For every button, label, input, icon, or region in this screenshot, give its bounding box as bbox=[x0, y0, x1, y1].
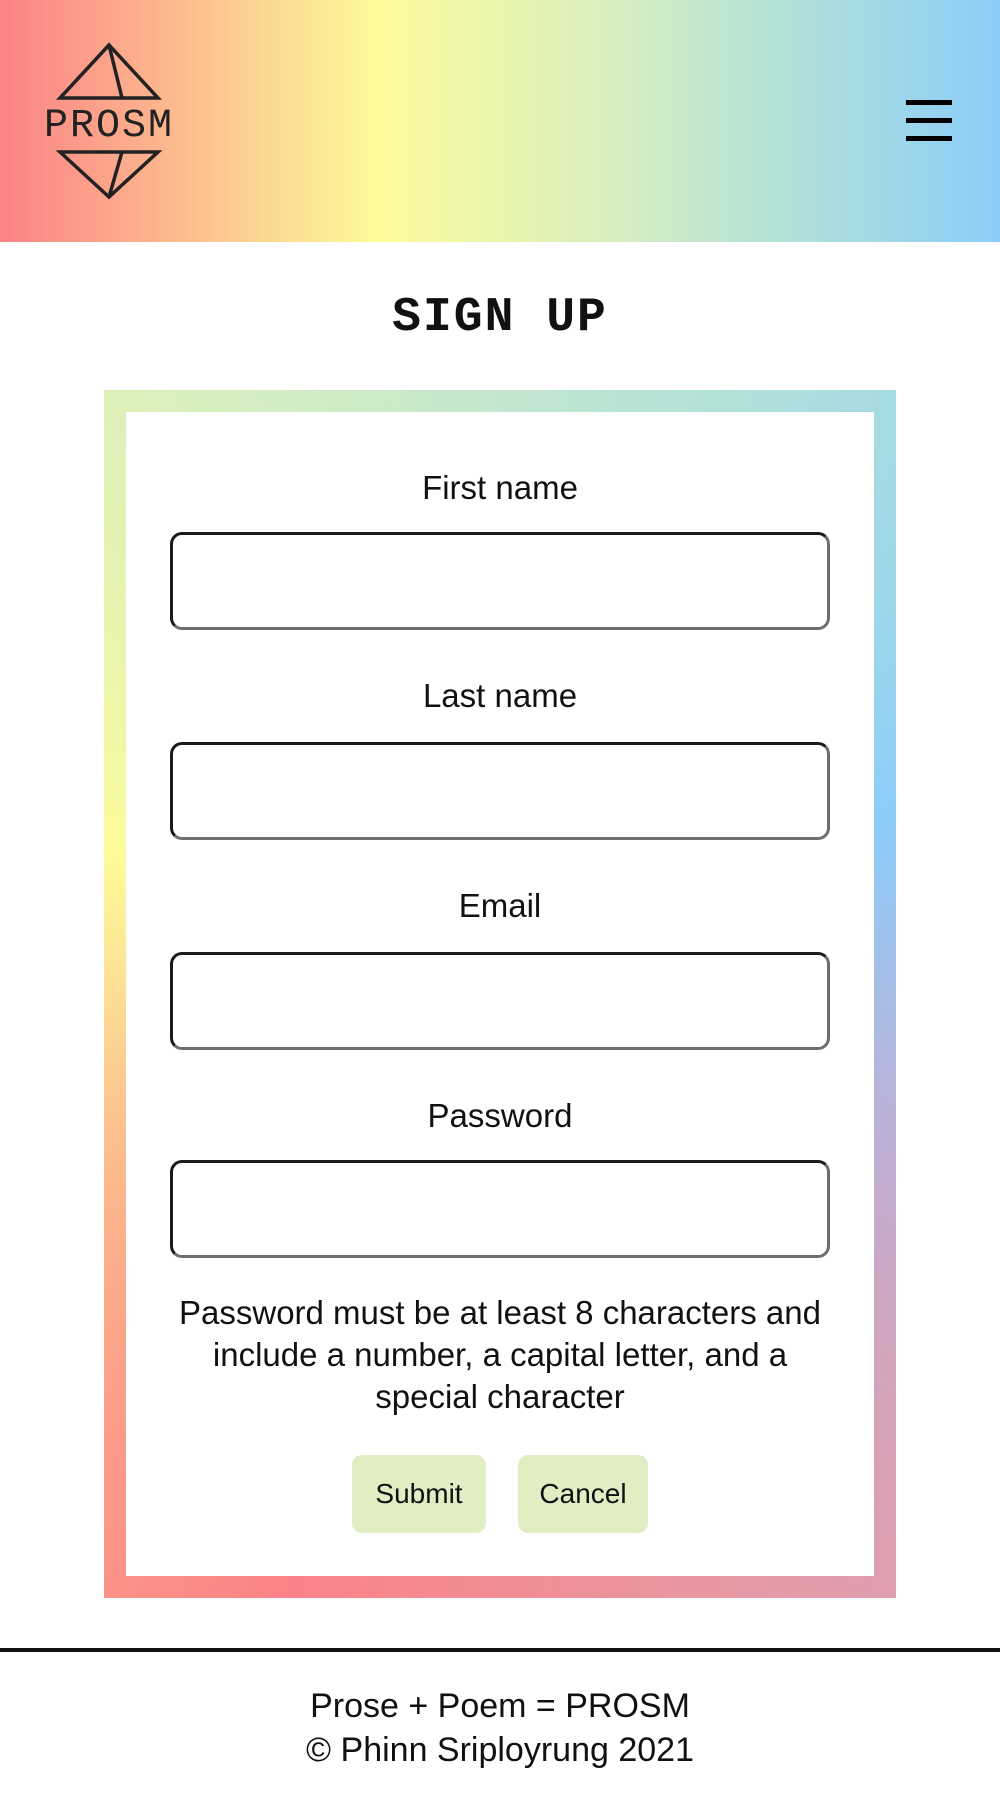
cancel-button[interactable]: Cancel bbox=[518, 1455, 648, 1533]
footer-copyright: © Phinn Sriployrung 2021 bbox=[306, 1731, 694, 1769]
first-name-input[interactable] bbox=[170, 532, 830, 630]
prism-logo-icon: PROSM bbox=[44, 42, 174, 200]
email-input[interactable] bbox=[170, 952, 830, 1050]
signup-form: First name Last name Email Password Pass… bbox=[126, 412, 874, 1576]
password-input[interactable] bbox=[170, 1160, 830, 1258]
first-name-label: First name bbox=[422, 469, 578, 506]
logo-text: PROSM bbox=[44, 104, 174, 149]
signup-form-frame: First name Last name Email Password Pass… bbox=[104, 390, 896, 1598]
page-title: SIGN UP bbox=[392, 291, 608, 345]
email-label: Email bbox=[458, 887, 542, 924]
password-label: Password bbox=[427, 1097, 573, 1134]
prosm-logo[interactable]: PROSM bbox=[26, 42, 192, 202]
last-name-label: Last name bbox=[422, 677, 578, 714]
submit-button[interactable]: Submit bbox=[352, 1455, 486, 1533]
hamburger-menu-icon[interactable] bbox=[904, 94, 954, 148]
password-requirements-hint: Password must be at least 8 characters a… bbox=[179, 1294, 821, 1415]
site-header: PROSM bbox=[0, 0, 1000, 242]
footer-tagline: Prose + Poem = PROSM bbox=[310, 1687, 690, 1725]
last-name-input[interactable] bbox=[170, 742, 830, 840]
footer-divider bbox=[0, 1648, 1000, 1652]
